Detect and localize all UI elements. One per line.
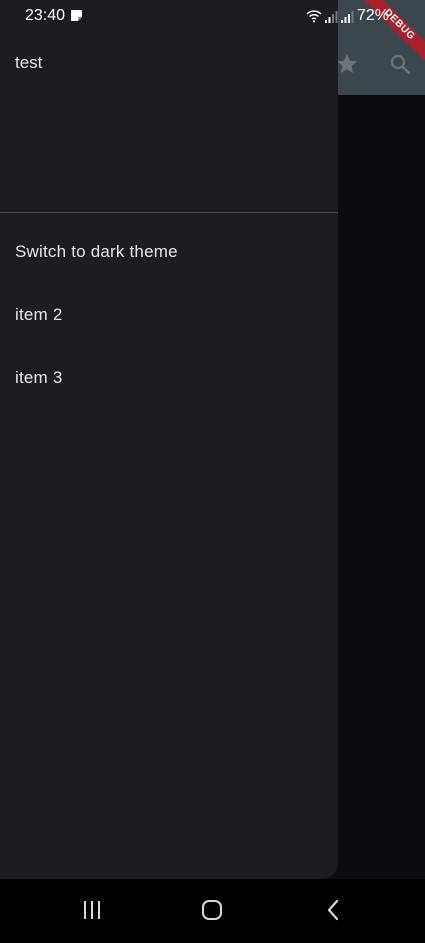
status-time: 23:40 bbox=[25, 7, 66, 24]
drawer-divider bbox=[0, 212, 338, 213]
status-indicators bbox=[306, 7, 354, 25]
home-icon[interactable] bbox=[198, 896, 226, 924]
battery-percentage: 72% bbox=[357, 7, 390, 24]
navigation-drawer: test Switch to dark theme item 2 item 3 bbox=[0, 0, 338, 879]
drawer-item-switch-theme[interactable]: Switch to dark theme bbox=[0, 224, 338, 280]
drawer-item-label: item 2 bbox=[15, 305, 63, 324]
note-icon bbox=[71, 10, 82, 21]
status-bar: 23:40 72% bbox=[0, 0, 425, 32]
star-icon[interactable] bbox=[335, 52, 359, 76]
wifi-icon bbox=[306, 10, 322, 23]
back-icon[interactable] bbox=[320, 896, 348, 924]
drawer-header-title: test bbox=[15, 53, 43, 72]
signal-2-icon bbox=[341, 10, 354, 23]
drawer-item-label: Switch to dark theme bbox=[15, 242, 178, 261]
signal-1-icon bbox=[325, 10, 338, 23]
drawer-item-3[interactable]: item 3 bbox=[0, 350, 338, 406]
recent-apps-icon[interactable] bbox=[78, 896, 106, 924]
system-nav-bar bbox=[0, 879, 425, 943]
drawer-item-label: item 3 bbox=[15, 368, 63, 387]
drawer-item-2[interactable]: item 2 bbox=[0, 287, 338, 343]
